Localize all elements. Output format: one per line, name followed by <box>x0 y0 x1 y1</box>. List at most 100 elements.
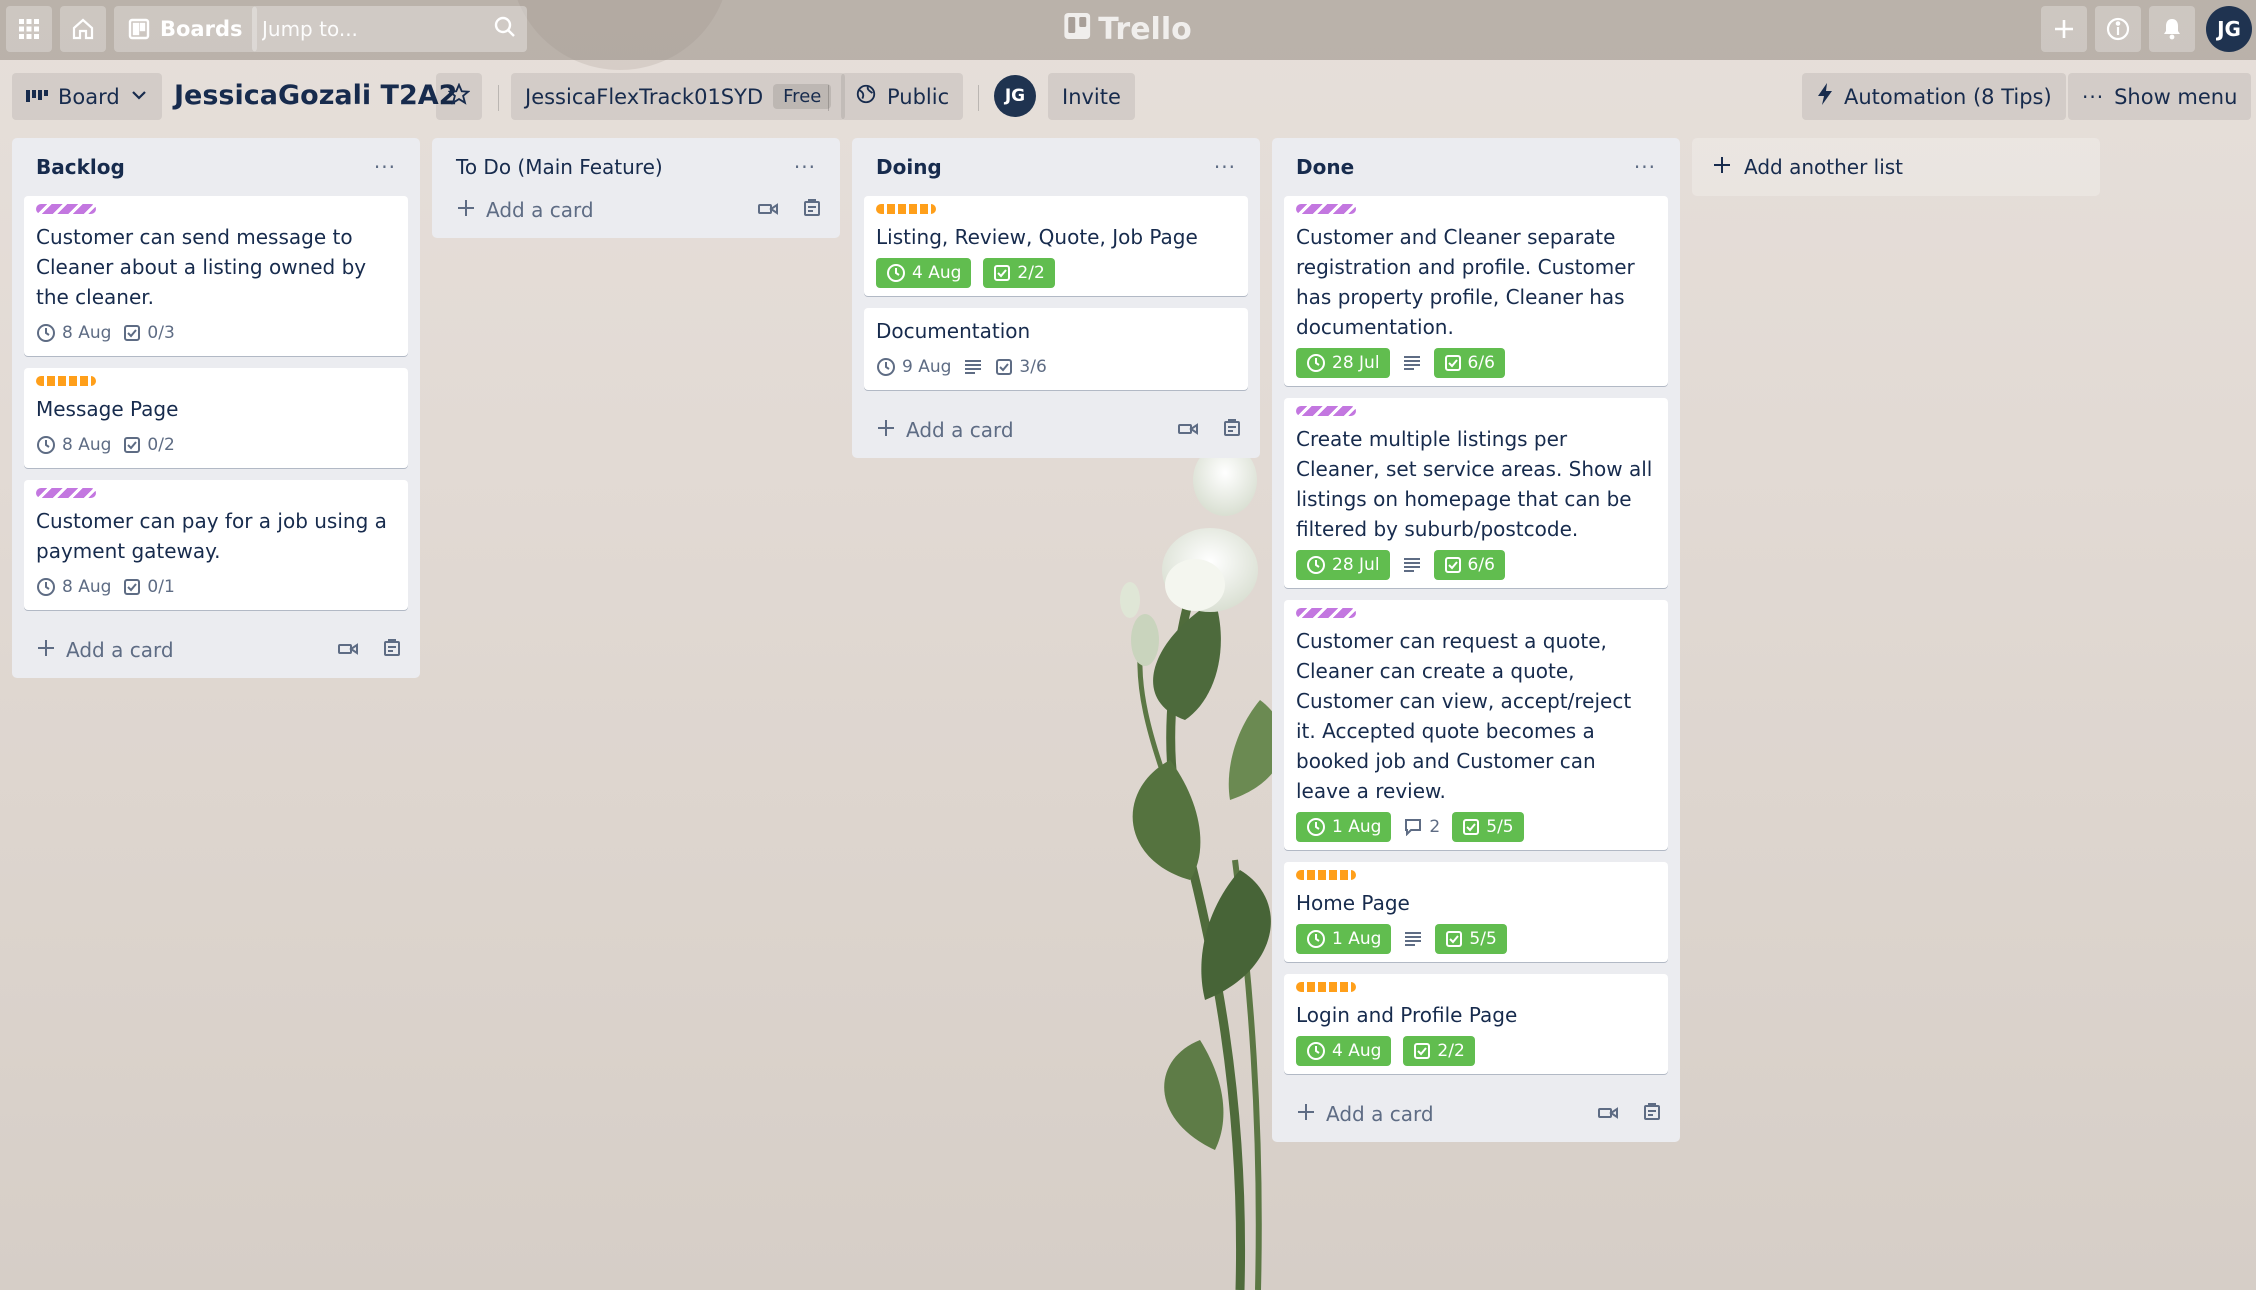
due-date-badge[interactable]: 8 Aug <box>36 430 111 460</box>
board-member-avatar[interactable]: JG <box>994 75 1036 117</box>
record-video-icon[interactable] <box>758 198 778 222</box>
add-card-button[interactable]: Add a card <box>36 638 174 663</box>
add-card-button[interactable]: Add a card <box>456 198 594 223</box>
label-orange[interactable] <box>36 376 96 386</box>
card-labels[interactable] <box>876 204 1236 216</box>
due-date-badge[interactable]: 4 Aug <box>1296 1036 1392 1066</box>
notifications-button[interactable] <box>2149 6 2195 52</box>
home-button[interactable] <box>60 6 106 52</box>
card-labels[interactable] <box>1296 406 1656 418</box>
list-actions-icon[interactable]: ··· <box>374 155 396 179</box>
checklist-badge: 0/1 <box>123 572 175 602</box>
list-title[interactable]: Backlog <box>36 155 125 179</box>
description-icon <box>1402 550 1422 580</box>
automation-button[interactable]: Automation (8 Tips) <box>1802 73 2066 120</box>
card[interactable]: Customer can request a quote, Cleaner ca… <box>1284 600 1668 850</box>
checklist-count: 0/3 <box>147 323 175 343</box>
label-orange[interactable] <box>1296 870 1356 880</box>
card[interactable]: Home Page 1 Aug 5/5 <box>1284 862 1668 962</box>
add-card-label: Add a card <box>486 198 594 222</box>
clock-icon <box>876 357 896 377</box>
globe-icon <box>855 83 877 110</box>
list-done: Done ··· Customer and Cleaner separate r… <box>1272 138 1680 1142</box>
card[interactable]: Login and Profile Page 4 Aug 2/2 <box>1284 974 1668 1074</box>
due-date-badge[interactable]: 9 Aug <box>876 352 951 382</box>
card-title: Documentation <box>876 319 1031 343</box>
card[interactable]: Customer can send message to Cleaner abo… <box>24 196 408 356</box>
due-date-text: 8 Aug <box>62 435 112 455</box>
add-list-label: Add another list <box>1744 155 1904 179</box>
checklist-count: 0/2 <box>147 435 175 455</box>
card-labels[interactable] <box>36 204 396 216</box>
card-labels[interactable] <box>1296 982 1656 994</box>
label-purple[interactable] <box>36 204 96 214</box>
list-title[interactable]: Doing <box>876 155 942 179</box>
board-title[interactable]: JessicaGozali T2A2 <box>174 80 457 111</box>
grid-icon <box>18 18 40 40</box>
visibility-button[interactable]: Public <box>841 73 964 120</box>
jump-to-search[interactable] <box>252 6 527 52</box>
create-button[interactable] <box>2041 6 2087 52</box>
card-template-icon[interactable] <box>1642 1102 1662 1127</box>
boards-button[interactable]: Boards <box>114 6 257 52</box>
add-card-button[interactable]: Add a card <box>1296 1102 1434 1127</box>
header-divider <box>498 85 499 111</box>
list-title[interactable]: To Do (Main Feature) <box>456 155 663 179</box>
record-video-icon[interactable] <box>1178 418 1198 442</box>
label-purple[interactable] <box>36 488 96 498</box>
card[interactable]: Listing, Review, Quote, Job Page 4 Aug 2… <box>864 196 1248 296</box>
due-date-badge[interactable]: 8 Aug <box>36 318 111 348</box>
trello-logo-icon <box>1064 12 1091 47</box>
due-date-text: 28 Jul <box>1332 353 1380 373</box>
list-actions-icon[interactable]: ··· <box>794 155 816 179</box>
user-avatar[interactable]: JG <box>2206 6 2252 52</box>
checklist-count: 6/6 <box>1467 555 1495 575</box>
card[interactable]: Documentation 9 Aug 3/6 <box>864 308 1248 390</box>
card-template-icon[interactable] <box>382 638 402 663</box>
show-menu-button[interactable]: ··· Show menu <box>2068 73 2252 120</box>
list-actions-icon[interactable]: ··· <box>1214 155 1236 179</box>
list-doing: Doing ··· Listing, Review, Quote, Job Pa… <box>852 138 1260 458</box>
board-view-switcher[interactable]: Board <box>12 73 162 120</box>
due-date-badge[interactable]: 1 Aug <box>1296 924 1392 954</box>
card-template-icon[interactable] <box>802 198 822 223</box>
label-orange[interactable] <box>876 204 936 214</box>
due-date-badge[interactable]: 1 Aug <box>1296 812 1392 842</box>
due-date-badge[interactable]: 8 Aug <box>36 572 111 602</box>
label-purple[interactable] <box>1296 608 1356 618</box>
information-button[interactable] <box>2095 6 2141 52</box>
card-labels[interactable] <box>1296 204 1656 216</box>
due-date-badge[interactable]: 28 Jul <box>1296 348 1390 378</box>
invite-button[interactable]: Invite <box>1048 73 1135 120</box>
label-purple[interactable] <box>1296 406 1356 416</box>
card-labels[interactable] <box>36 376 396 388</box>
list-title[interactable]: Done <box>1296 155 1354 179</box>
record-video-icon[interactable] <box>338 638 358 662</box>
add-card-button[interactable]: Add a card <box>876 418 1014 443</box>
due-date-badge[interactable]: 4 Aug <box>876 258 972 288</box>
card-template-icon[interactable] <box>1222 418 1242 443</box>
card[interactable]: Customer and Cleaner separate registrati… <box>1284 196 1668 386</box>
comment-icon <box>1403 818 1423 836</box>
label-orange[interactable] <box>1296 982 1356 992</box>
label-purple[interactable] <box>1296 204 1356 214</box>
star-board-button[interactable] <box>436 73 482 120</box>
plus-icon <box>1296 1102 1316 1127</box>
search-input[interactable] <box>262 17 482 41</box>
card-labels[interactable] <box>1296 870 1656 882</box>
card[interactable]: Message Page 8 Aug 0/2 <box>24 368 408 468</box>
card[interactable]: Create multiple listings per Cleaner, se… <box>1284 398 1668 588</box>
checklist-count: 0/1 <box>147 577 175 597</box>
workspace-button[interactable]: JessicaFlexTrack01SYD Free <box>511 73 846 120</box>
apps-switcher-button[interactable] <box>6 6 52 52</box>
trello-logo[interactable]: Trello <box>1064 12 1192 47</box>
card-labels[interactable] <box>1296 608 1656 620</box>
card[interactable]: Customer can pay for a job using a payme… <box>24 480 408 610</box>
add-another-list-button[interactable]: Add another list <box>1692 138 2100 196</box>
card-title: Login and Profile Page <box>1296 1003 1518 1027</box>
show-menu-label: Show menu <box>2114 84 2238 109</box>
due-date-badge[interactable]: 28 Jul <box>1296 550 1390 580</box>
card-labels[interactable] <box>36 488 396 500</box>
record-video-icon[interactable] <box>1598 1102 1618 1126</box>
list-actions-icon[interactable]: ··· <box>1634 155 1656 179</box>
